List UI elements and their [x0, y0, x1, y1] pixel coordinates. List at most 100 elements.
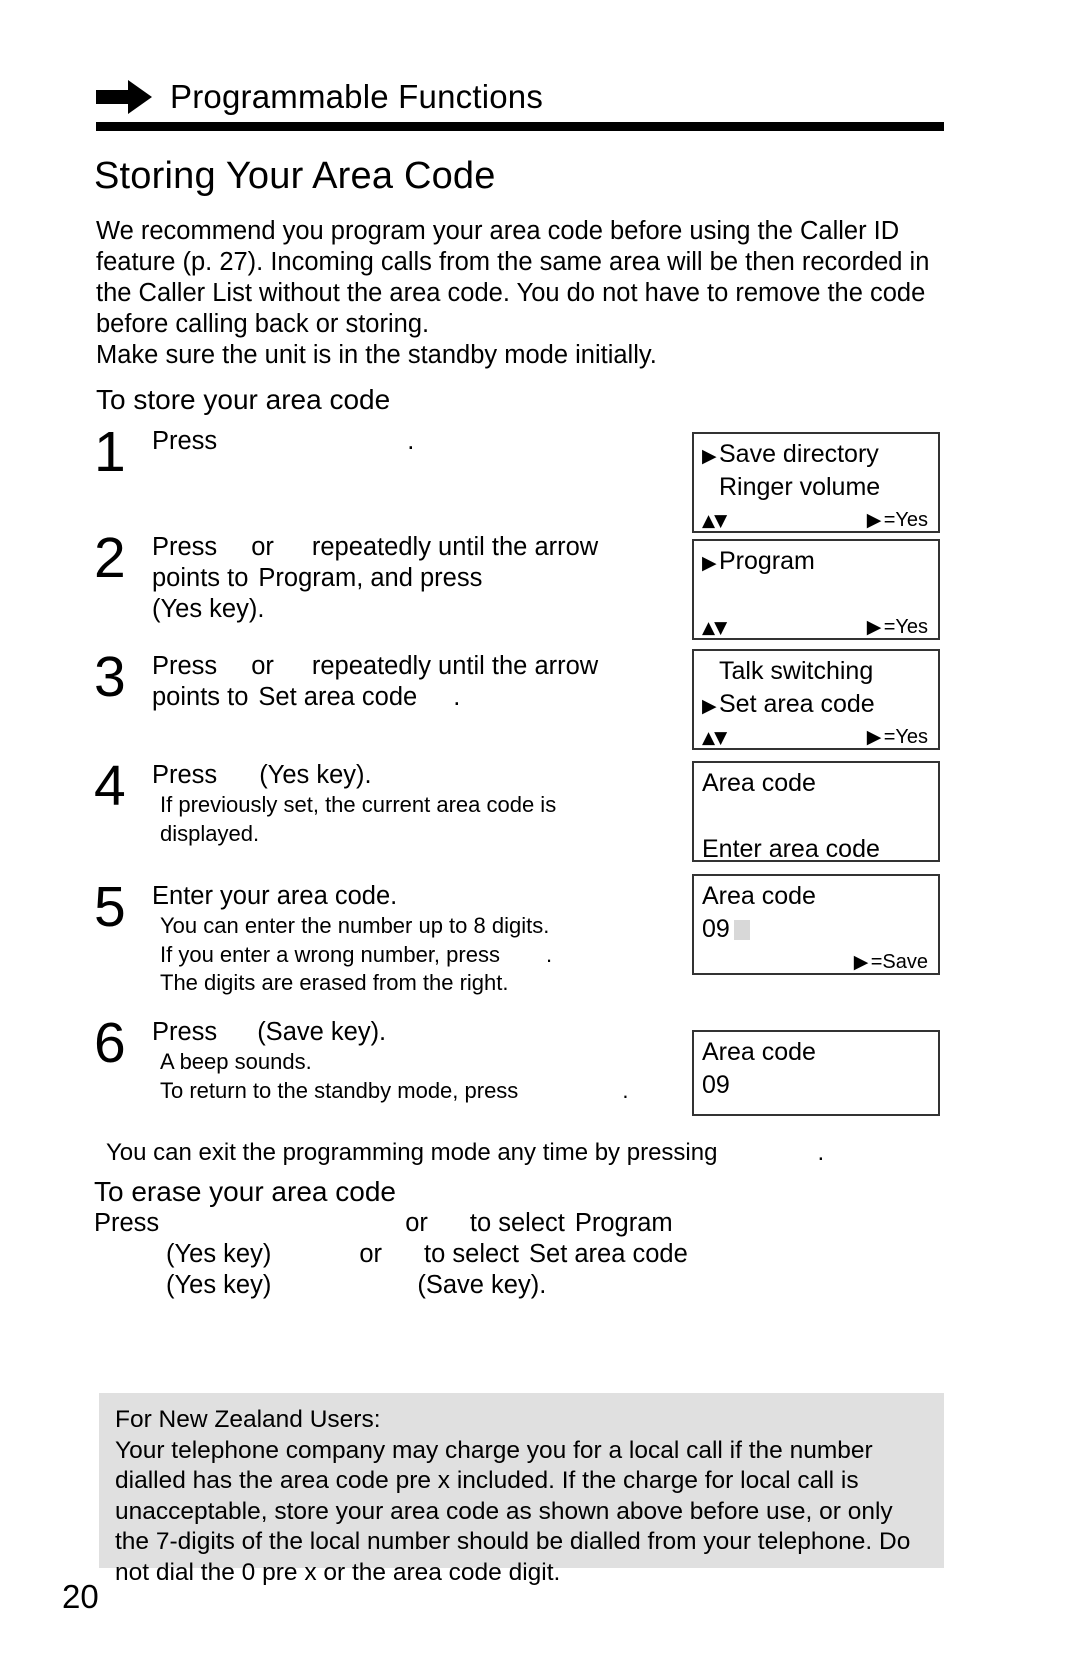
- lcd-pointer-arrow-icon: ▶: [702, 695, 717, 717]
- step-text-part: Press: [152, 533, 218, 561]
- lcd-status-line: ▲▼ ▶ =Yes: [702, 504, 930, 537]
- step-text-part: points to: [152, 683, 249, 711]
- erase-part: (Yes key): [166, 1271, 272, 1299]
- step-text-part: (Yes key).: [152, 595, 265, 623]
- right-arrow-icon: [96, 80, 152, 114]
- step-note: If previously set, the current area code…: [160, 792, 557, 817]
- lcd-line: [702, 578, 930, 611]
- header-title: Programmable Functions: [170, 78, 544, 115]
- lcd-pointer-arrow-icon: ▶: [853, 951, 869, 973]
- lcd-pointer-arrow-icon: ▶: [702, 445, 717, 467]
- lcd-display-6: Area code 09: [692, 1030, 940, 1116]
- erase-part: Press: [94, 1209, 160, 1237]
- page-number: 20: [62, 1578, 99, 1615]
- lcd-status-line: ▲▼ ▶ =Yes: [702, 611, 930, 644]
- lcd-cursor-block: [733, 920, 750, 940]
- notice-line: the 7-digits of the local number should …: [115, 1528, 911, 1555]
- step-text-part: Program: [258, 564, 357, 592]
- step-text-part: Press: [152, 1018, 218, 1046]
- step-note: The digits are erased from the right.: [160, 970, 509, 995]
- notice-line: unacceptable, store your area code as sh…: [115, 1497, 893, 1525]
- step-text-part: Press: [152, 652, 218, 680]
- exit-programming-note: You can exit the programming mode any ti…: [106, 1139, 825, 1166]
- lcd-line: ▶Program: [702, 545, 930, 578]
- exit-note-text: You can exit the programming mode any ti…: [106, 1139, 718, 1166]
- intro-paragraph: We recommend you program your area code …: [96, 216, 952, 371]
- step-text-part: .: [453, 683, 461, 711]
- step-text-part: , and press: [356, 564, 483, 592]
- step-text-part: Press: [152, 761, 218, 789]
- step-number: 3: [94, 645, 126, 709]
- notice-heading: For New Zealand Users:: [115, 1406, 381, 1433]
- lcd-text: Ringer volume: [719, 473, 881, 501]
- step-number: 2: [94, 526, 126, 590]
- step-number: 6: [94, 1011, 126, 1075]
- step-text-part: points to: [152, 564, 249, 592]
- step-text: Press or repeatedly until the arrow: [152, 532, 674, 563]
- step-note: If you enter a wrong number, press.: [160, 941, 553, 967]
- step-6: 6 Press (Save key). A beep sounds. To ret…: [94, 1011, 674, 1105]
- lcd-line: 09: [702, 913, 930, 946]
- lcd-line: Talk switching: [702, 655, 930, 688]
- step-text-part: Set area code: [258, 683, 418, 711]
- step-1: 1 Press.: [94, 424, 674, 481]
- notice-line: dialled has the area code pre x included…: [115, 1467, 859, 1494]
- step-note: displayed.: [160, 820, 260, 846]
- step-number: 5: [94, 875, 126, 939]
- lcd-line: [702, 800, 930, 833]
- lcd-display-2: ▶Program ▲▼ ▶ =Yes: [692, 539, 940, 640]
- step-note-part: If you enter a wrong number, press: [160, 941, 500, 967]
- lcd-text: Set area code: [719, 690, 875, 718]
- lcd-line: Enter area code: [702, 833, 930, 866]
- step-3: 3 Press or repeatedly until the arrow poin…: [94, 645, 674, 713]
- step-text: points to Set area code.: [152, 682, 674, 713]
- subheading-store: To store your area code: [96, 384, 391, 415]
- erase-instructions: Press or to select Program (Yes key) or to se…: [94, 1208, 688, 1301]
- lcd-softkey-label: =Save: [870, 951, 928, 973]
- lcd-softkey-label: =Yes: [883, 509, 928, 531]
- lcd-display-1: ▶Save directory Ringer volume ▲▼ ▶ =Yes: [692, 432, 940, 533]
- lcd-line: Area code: [702, 1036, 930, 1069]
- step-text-part: .: [407, 427, 415, 455]
- notice-line: not dial the 0 pre x or the area code di…: [115, 1558, 561, 1586]
- subheading-erase: To erase your area code: [94, 1176, 396, 1207]
- lcd-line: Ringer volume: [702, 471, 930, 504]
- lcd-text: Area code: [702, 882, 816, 910]
- step-text-part: Enter your area code.: [152, 882, 398, 910]
- erase-line: Press or to select Program: [94, 1208, 688, 1239]
- lcd-softkey-hint: ▶ =Save: [854, 946, 928, 979]
- lcd-text: 09: [702, 1071, 730, 1099]
- erase-part: to select: [424, 1240, 520, 1268]
- erase-line: (Yes key) (Save key).: [94, 1270, 688, 1301]
- lcd-text: 09: [702, 915, 730, 943]
- lcd-line: Area code: [702, 880, 930, 913]
- step-text: (Yes key).: [152, 594, 674, 625]
- erase-line: (Yes key) or to select Set area code: [94, 1239, 688, 1270]
- step-text-part: (Yes key).: [259, 761, 372, 789]
- step-number: 1: [94, 420, 126, 484]
- lcd-down-icon: ▼: [714, 618, 727, 638]
- lcd-down-icon: ▼: [714, 728, 727, 748]
- lcd-line: ▶Save directory: [702, 438, 930, 471]
- lcd-line: Area code: [702, 767, 930, 800]
- lcd-text: Area code: [702, 1038, 816, 1066]
- intro-line: feature (p. 27). Incoming calls from the…: [96, 248, 930, 276]
- step-text-part: (Save key).: [257, 1018, 387, 1046]
- step-2: 2 Press or repeatedly until the arrow poin…: [94, 526, 674, 625]
- step-number: 4: [94, 754, 126, 818]
- lcd-down-icon: ▼: [714, 511, 727, 531]
- intro-line: the Caller List without the area code. Y…: [96, 279, 926, 307]
- step-text: Enter your area code.: [152, 881, 674, 912]
- step-note-part: To return to the standby mode, press: [160, 1077, 519, 1103]
- lcd-text: Program: [719, 547, 815, 575]
- erase-part: Program: [574, 1209, 673, 1237]
- lcd-display-3: Talk switching ▶Set area code ▲▼ ▶ =Yes: [692, 649, 940, 750]
- step-text-part: repeatedly until the arrow: [311, 652, 599, 680]
- step-text: Press (Yes key).: [152, 760, 674, 791]
- step-4: 4 Press (Yes key). If previously set, the…: [94, 754, 674, 848]
- lcd-up-icon: ▲: [702, 728, 715, 748]
- step-note: To return to the standby mode, press.: [160, 1077, 629, 1103]
- intro-line: We recommend you program your area code …: [96, 217, 900, 245]
- erase-part: or: [405, 1209, 428, 1237]
- lcd-display-4: Area code Enter area code: [692, 761, 940, 863]
